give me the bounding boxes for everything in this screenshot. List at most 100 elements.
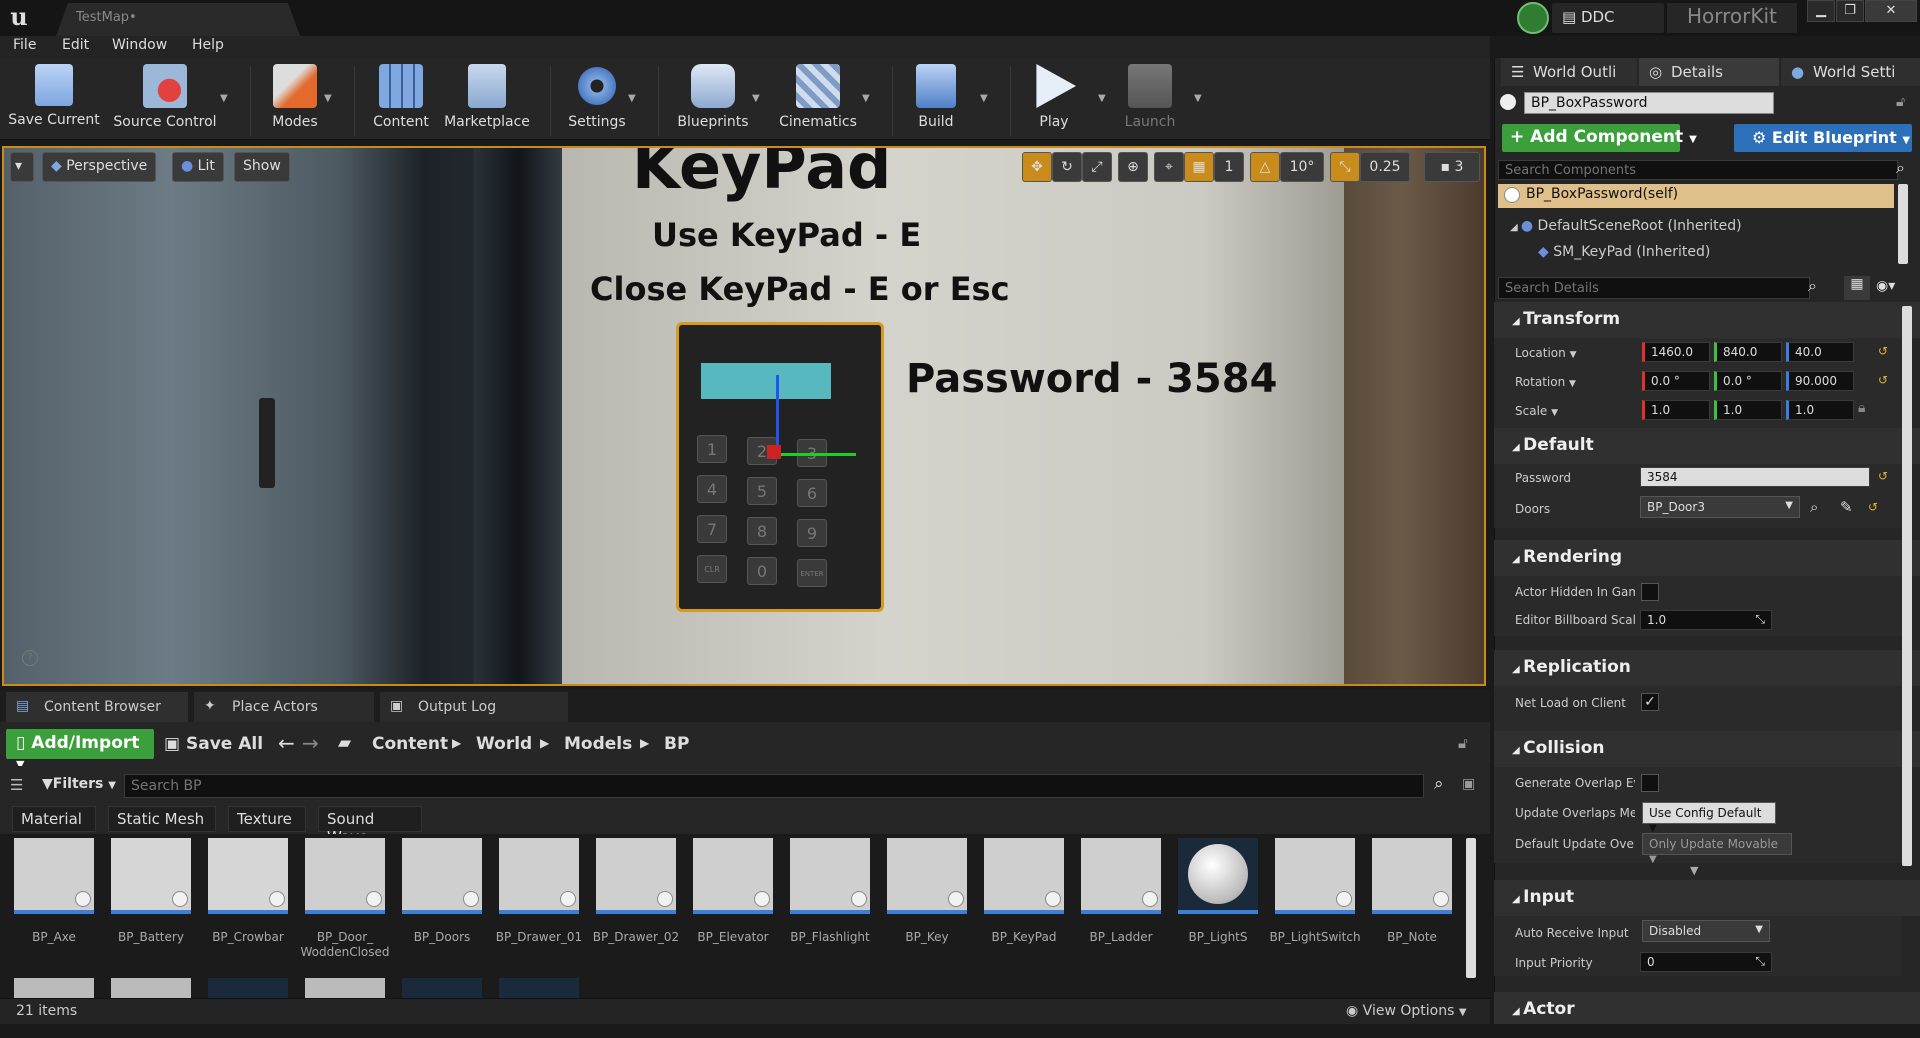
launch-button[interactable]: Launch xyxy=(1118,64,1182,136)
minimize-button[interactable]: ▁ xyxy=(1807,0,1835,22)
lock-icon[interactable]: 🔓︎ xyxy=(1458,734,1468,752)
gizmo-z-axis[interactable] xyxy=(776,375,779,455)
browse-icon[interactable]: ⌕ xyxy=(1810,498,1818,516)
section-transform[interactable]: ◢ Transform xyxy=(1494,302,1920,338)
breadcrumb-content[interactable]: Content xyxy=(372,734,448,754)
save-current-button[interactable]: Save Current xyxy=(8,64,100,136)
rotation-x-field[interactable]: 0.0 ° xyxy=(1642,371,1710,391)
scale-tool-icon[interactable]: ⤢ xyxy=(1082,152,1112,182)
sources-panel-icon[interactable]: ☰ xyxy=(10,776,23,794)
rotation-snap-value[interactable]: 10° xyxy=(1280,152,1324,182)
section-collision[interactable]: ◢ Collision xyxy=(1494,731,1920,767)
eye-icon[interactable]: ◉▾ xyxy=(1876,278,1895,294)
doors-dropdown[interactable]: BP_Door3 ▼ xyxy=(1640,496,1800,518)
details-scrollbar[interactable] xyxy=(1902,306,1912,866)
back-arrow-icon[interactable]: ← xyxy=(278,731,295,755)
advanced-expand-icon[interactable]: ▼ xyxy=(1690,864,1698,877)
breadcrumb-separator-icon[interactable]: ▶ xyxy=(640,736,649,750)
world-space-icon[interactable]: ⊕ xyxy=(1118,152,1148,182)
breadcrumb-models[interactable]: Models xyxy=(564,734,632,754)
source-control-status-icon[interactable] xyxy=(1517,2,1549,34)
asset-tile[interactable]: BP_LightSwitch xyxy=(1269,838,1361,945)
tab-place-actors[interactable]: ✦ Place Actors xyxy=(194,692,374,722)
search-details-input[interactable] xyxy=(1498,277,1810,299)
scene-keypad-mesh[interactable]: 1 2 3 4 5 6 7 8 9 CLR 0 ENTER xyxy=(676,322,884,612)
view-options-button[interactable]: ◉ View Options ▼ xyxy=(1346,1003,1467,1019)
play-button[interactable]: Play xyxy=(1022,64,1086,136)
filter-chip-sound-wave[interactable]: Sound Wave xyxy=(318,806,422,846)
rotate-tool-icon[interactable]: ↻ xyxy=(1052,152,1082,182)
modes-dropdown-icon[interactable]: ▼ xyxy=(324,93,332,104)
save-all-button[interactable]: ▣ Save All xyxy=(164,734,263,754)
ddc-button[interactable]: ▤ DDC xyxy=(1552,3,1664,33)
tab-world-settings[interactable]: ● World Setti xyxy=(1781,58,1920,86)
menu-file[interactable]: File xyxy=(13,37,36,53)
maximize-button[interactable]: ❐ xyxy=(1836,0,1864,22)
asset-tile[interactable]: BP_Elevator xyxy=(693,838,773,945)
asset-tile[interactable]: BP_Crowbar xyxy=(208,838,288,945)
menu-edit[interactable]: Edit xyxy=(62,37,89,53)
asset-tile[interactable]: BP_Doors xyxy=(402,838,482,945)
launch-dropdown-icon[interactable]: ▼ xyxy=(1194,93,1202,104)
add-component-button[interactable]: + Add Component ▼ xyxy=(1502,124,1697,152)
scale-x-field[interactable]: 1.0 xyxy=(1642,400,1710,420)
lock-icon[interactable]: 🔓︎ xyxy=(1896,94,1905,110)
source-control-button[interactable]: Source Control xyxy=(112,64,218,136)
scale-y-field[interactable]: 1.0 xyxy=(1714,400,1782,420)
section-actor[interactable]: ◢ Actor xyxy=(1494,992,1920,1024)
asset-thumbnail[interactable] xyxy=(305,978,385,998)
lock-scale-icon[interactable]: 🔒︎ xyxy=(1858,400,1865,416)
tab-world-outliner[interactable]: ☰ World Outli xyxy=(1501,58,1637,86)
component-sm-keypad[interactable]: ◆ SM_KeyPad (Inherited) xyxy=(1538,244,1710,260)
reset-to-default-icon[interactable]: ↺ xyxy=(1878,469,1888,483)
location-label[interactable]: Location ▼ xyxy=(1515,346,1577,360)
perspective-button[interactable]: ◆ Perspective xyxy=(42,152,157,182)
gizmo-x-axis[interactable] xyxy=(767,445,781,459)
asset-tile[interactable]: BP_LightS xyxy=(1178,838,1258,945)
section-rendering[interactable]: ◢ Rendering xyxy=(1494,540,1920,576)
asset-thumbnail[interactable] xyxy=(208,978,288,998)
menu-window[interactable]: Window xyxy=(112,37,167,53)
level-viewport[interactable]: KeyPad Use KeyPad - E Close KeyPad - E o… xyxy=(2,146,1486,686)
asset-tile[interactable]: BP_Axe xyxy=(14,838,94,945)
search-icon[interactable]: ⌕ xyxy=(1434,774,1444,794)
save-search-icon[interactable]: ▣ xyxy=(1462,776,1475,792)
section-input[interactable]: ◢ Input xyxy=(1494,880,1920,916)
asset-tile[interactable]: BP_Note xyxy=(1372,838,1452,945)
forward-arrow-icon[interactable]: → xyxy=(302,731,319,755)
breadcrumb-separator-icon[interactable]: ▶ xyxy=(540,736,549,750)
build-dropdown-icon[interactable]: ▼ xyxy=(980,93,988,104)
asset-tile[interactable]: BP_Flashlight xyxy=(790,838,870,945)
breadcrumb-world[interactable]: World xyxy=(476,734,532,754)
tab-details[interactable]: ◎ Details xyxy=(1639,58,1779,86)
generate-overlap-checkbox[interactable] xyxy=(1641,774,1659,792)
search-components-input[interactable] xyxy=(1498,160,1898,180)
lit-button[interactable]: ● Lit xyxy=(172,152,224,182)
asset-thumbnail[interactable] xyxy=(499,978,579,998)
viewport-options-button[interactable]: ▾ xyxy=(10,152,34,182)
map-tab[interactable]: TestMap• xyxy=(56,3,300,36)
asset-tile[interactable]: BP_Ladder xyxy=(1081,838,1161,945)
property-matrix-icon[interactable]: ▦ xyxy=(1844,276,1870,300)
reset-to-default-icon[interactable]: ↺ xyxy=(1878,373,1888,387)
component-default-scene-root[interactable]: ◢ ● DefaultSceneRoot (Inherited) xyxy=(1510,218,1742,234)
camera-speed-button[interactable]: ▪ 3 xyxy=(1424,152,1480,182)
section-replication[interactable]: ◢ Replication xyxy=(1494,650,1920,686)
asset-tile[interactable]: BP_Battery xyxy=(111,838,191,945)
location-y-field[interactable]: 840.0 xyxy=(1714,342,1782,362)
breadcrumb-separator-icon[interactable]: ▶ xyxy=(452,736,461,750)
translate-tool-icon[interactable]: ✥ xyxy=(1022,152,1052,182)
actor-name-field[interactable] xyxy=(1524,92,1774,114)
component-self[interactable]: BP_BoxPassword(self) xyxy=(1498,184,1894,208)
menu-help[interactable]: Help xyxy=(192,37,224,53)
marketplace-button[interactable]: Marketplace xyxy=(442,64,532,136)
scale-z-field[interactable]: 1.0 xyxy=(1786,400,1854,420)
filter-chip-texture[interactable]: Texture xyxy=(228,806,306,832)
build-button[interactable]: Build xyxy=(904,64,968,136)
tab-content-browser[interactable]: ▤ Content Browser xyxy=(6,692,188,722)
filter-chip-static-mesh[interactable]: Static Mesh xyxy=(108,806,216,832)
play-dropdown-icon[interactable]: ▼ xyxy=(1098,93,1106,104)
location-z-field[interactable]: 40.0 xyxy=(1786,342,1854,362)
asset-thumbnail[interactable] xyxy=(111,978,191,998)
components-scrollbar[interactable] xyxy=(1898,184,1908,264)
